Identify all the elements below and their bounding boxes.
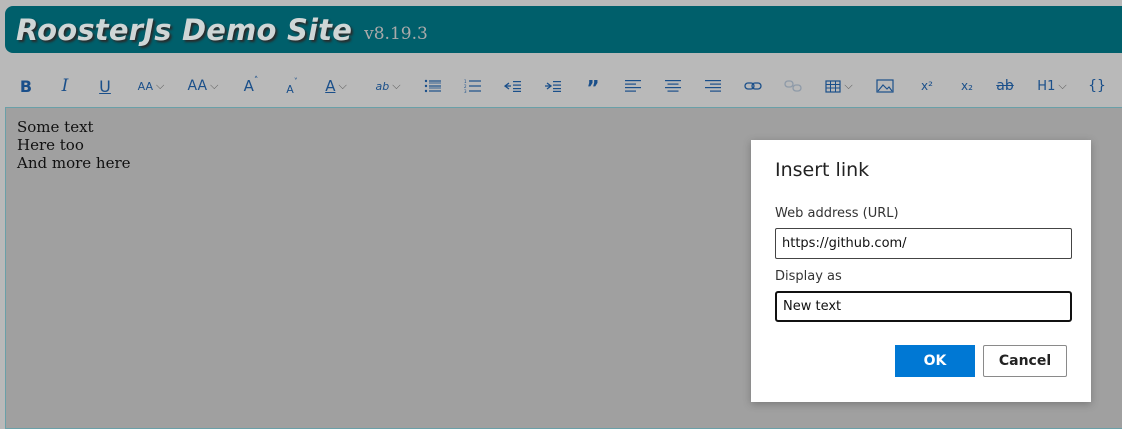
numbered-list-button[interactable]: 123 bbox=[462, 74, 484, 98]
chevron-down-icon: ⌵ bbox=[210, 79, 219, 92]
svg-text:3: 3 bbox=[464, 89, 467, 93]
subscript-button[interactable]: x₂ bbox=[956, 74, 978, 98]
align-right-icon bbox=[705, 80, 721, 92]
align-right-button[interactable] bbox=[702, 74, 724, 98]
insert-link-button[interactable] bbox=[742, 74, 764, 98]
quote-icon: ” bbox=[586, 76, 600, 100]
insert-image-button[interactable] bbox=[874, 74, 896, 98]
strikethrough-button[interactable]: ab bbox=[994, 74, 1016, 98]
insert-link-dialog: Insert link Web address (URL) Display as… bbox=[751, 140, 1091, 402]
underline-button[interactable]: U bbox=[94, 74, 116, 98]
chevron-down-icon: ⌵ bbox=[1058, 79, 1067, 92]
background-color-dropdown[interactable]: ab ⌵ bbox=[367, 74, 409, 98]
chevron-down-icon: ⌵ bbox=[338, 79, 347, 92]
superscript-button[interactable]: x² bbox=[916, 74, 938, 98]
subscript-icon: x₂ bbox=[961, 79, 973, 93]
underline-icon: U bbox=[99, 76, 111, 96]
text-color-dropdown[interactable]: A ⌵ bbox=[316, 74, 356, 98]
strikethrough-icon: ab bbox=[996, 78, 1014, 94]
ok-button[interactable]: OK bbox=[895, 345, 975, 377]
chevron-down-icon: ⌵ bbox=[156, 79, 165, 92]
chevron-down-icon: ⌵ bbox=[844, 79, 853, 92]
remove-link-button[interactable] bbox=[782, 74, 804, 98]
editor-content: Some text Here too And more here bbox=[17, 118, 131, 172]
superscript-icon: x² bbox=[921, 79, 933, 93]
numbered-list-icon: 123 bbox=[464, 79, 481, 93]
display-as-label: Display as bbox=[775, 269, 842, 284]
editor-line: Some text bbox=[17, 118, 94, 136]
code-button[interactable]: {} bbox=[1086, 74, 1108, 98]
cancel-button[interactable]: Cancel bbox=[983, 345, 1067, 377]
bold-button[interactable]: B bbox=[16, 74, 36, 98]
italic-button[interactable]: I bbox=[54, 74, 76, 98]
url-label: Web address (URL) bbox=[775, 206, 899, 221]
bold-icon: B bbox=[19, 76, 33, 96]
font-size-icon: AA bbox=[187, 78, 208, 94]
bullet-list-icon bbox=[424, 79, 441, 93]
code-icon: {} bbox=[1088, 78, 1106, 94]
header-dropdown[interactable]: H1 ⌵ bbox=[1032, 74, 1072, 98]
font-dropdown[interactable]: AA ⌵ bbox=[131, 74, 171, 98]
text-color-icon: A bbox=[325, 77, 336, 95]
align-center-button[interactable] bbox=[662, 74, 684, 98]
link-icon bbox=[744, 82, 762, 90]
align-left-button[interactable] bbox=[622, 74, 644, 98]
editor-line: Here too bbox=[17, 136, 84, 154]
url-field[interactable] bbox=[775, 228, 1072, 259]
increase-font-button[interactable]: A ˄ bbox=[240, 74, 262, 98]
increase-font-icon: A bbox=[243, 77, 254, 95]
font-icon: AA bbox=[137, 79, 153, 93]
dialog-title: Insert link bbox=[775, 159, 870, 181]
font-size-dropdown[interactable]: AA ⌵ bbox=[183, 74, 223, 98]
display-as-field[interactable] bbox=[775, 291, 1072, 322]
decrease-font-button[interactable]: A ˅ bbox=[282, 74, 302, 98]
site-title: RoosterJs Demo Site bbox=[16, 12, 353, 47]
site-version: v8.19.3 bbox=[364, 23, 428, 44]
chevron-down-icon: ⌵ bbox=[392, 79, 401, 92]
increase-indent-icon bbox=[545, 81, 561, 92]
align-center-icon bbox=[665, 80, 681, 92]
table-icon bbox=[825, 79, 841, 93]
format-ribbon: B I U AA ⌵ AA ⌵ A ˄ A ˅ A ⌵ ab ⌵ 1 2 3 ”… bbox=[0, 53, 1122, 108]
decrease-font-icon: A bbox=[286, 82, 294, 96]
quote-button[interactable]: ” bbox=[584, 74, 602, 100]
align-left-icon bbox=[625, 80, 641, 92]
insert-table-dropdown[interactable]: ⌵ bbox=[818, 74, 860, 98]
site-header: RoosterJs Demo Site v8.19.3 bbox=[5, 6, 1122, 53]
header-icon: H1 bbox=[1037, 78, 1056, 94]
bullet-list-button[interactable] bbox=[422, 74, 444, 98]
editor-line: And more here bbox=[17, 154, 131, 172]
italic-icon: I bbox=[61, 76, 69, 96]
increase-indent-button[interactable] bbox=[542, 74, 564, 98]
decrease-indent-button[interactable] bbox=[502, 74, 524, 98]
image-icon bbox=[876, 79, 894, 93]
decrease-indent-icon bbox=[504, 81, 521, 92]
unlink-icon bbox=[784, 80, 802, 92]
background-color-icon: ab bbox=[375, 79, 390, 93]
